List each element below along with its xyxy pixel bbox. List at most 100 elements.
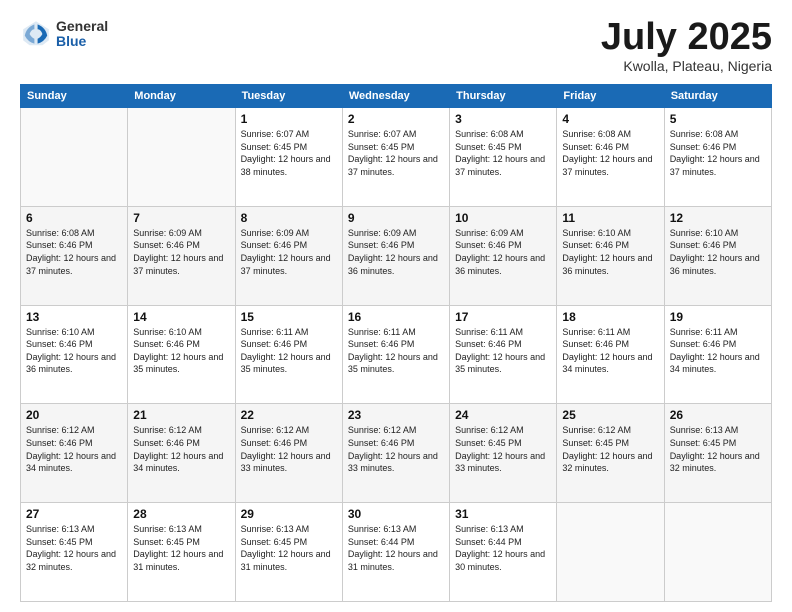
day-number: 12	[670, 211, 766, 225]
day-info: Sunrise: 6:07 AMSunset: 6:45 PMDaylight:…	[348, 128, 444, 178]
table-row: 1 Sunrise: 6:07 AMSunset: 6:45 PMDaylight…	[235, 108, 342, 207]
table-row: 14 Sunrise: 6:10 AMSunset: 6:46 PMDayligh…	[128, 305, 235, 404]
day-number: 24	[455, 408, 551, 422]
week-row-3: 20 Sunrise: 6:12 AMSunset: 6:46 PMDayligh…	[21, 404, 772, 503]
header-friday: Friday	[557, 85, 664, 108]
table-row: 9 Sunrise: 6:09 AMSunset: 6:46 PMDaylight…	[342, 206, 449, 305]
table-row: 17Sunrise: 6:11 AMSunset: 6:46 PMDayligh…	[450, 305, 557, 404]
header-wednesday: Wednesday	[342, 85, 449, 108]
table-row: 10 Sunrise: 6:09 AMSunset: 6:46 PMDayligh…	[450, 206, 557, 305]
day-number: 10	[455, 211, 551, 225]
table-row: 2 Sunrise: 6:07 AMSunset: 6:45 PMDaylight…	[342, 108, 449, 207]
table-row: 19Sunrise: 6:11 AMSunset: 6:46 PMDayligh…	[664, 305, 771, 404]
day-number: 30	[348, 507, 444, 521]
day-info: Sunrise: 6:13 AMSunset: 6:45 PMDaylight:…	[133, 523, 229, 573]
day-number: 13	[26, 310, 122, 324]
table-row: 16 Sunrise: 6:11 AMSunset: 6:46 PMDayligh…	[342, 305, 449, 404]
day-info: Sunrise: 6:12 AMSunset: 6:46 PMDaylight:…	[348, 424, 444, 474]
table-row: 30 Sunrise: 6:13 AMSunset: 6:44 PMDayligh…	[342, 503, 449, 602]
table-row: 23 Sunrise: 6:12 AMSunset: 6:46 PMDayligh…	[342, 404, 449, 503]
day-info: Sunrise: 6:08 AMSunset: 6:45 PMDaylight:…	[455, 128, 551, 178]
table-row: 8 Sunrise: 6:09 AMSunset: 6:46 PMDaylight…	[235, 206, 342, 305]
day-number: 3	[455, 112, 551, 126]
table-row: 5 Sunrise: 6:08 AMSunset: 6:46 PMDaylight…	[664, 108, 771, 207]
table-row: 13Sunrise: 6:10 AMSunset: 6:46 PMDayligh…	[21, 305, 128, 404]
day-number: 25	[562, 408, 658, 422]
calendar-title: July 2025	[601, 18, 772, 56]
table-row	[128, 108, 235, 207]
day-info: Sunrise: 6:11 AMSunset: 6:46 PMDaylight:…	[455, 326, 551, 376]
table-row: 18 Sunrise: 6:11 AMSunset: 6:46 PMDayligh…	[557, 305, 664, 404]
header-thursday: Thursday	[450, 85, 557, 108]
week-row-4: 27Sunrise: 6:13 AMSunset: 6:45 PMDayligh…	[21, 503, 772, 602]
header-tuesday: Tuesday	[235, 85, 342, 108]
day-info: Sunrise: 6:12 AMSunset: 6:45 PMDaylight:…	[455, 424, 551, 474]
table-row	[557, 503, 664, 602]
table-row: 24 Sunrise: 6:12 AMSunset: 6:45 PMDayligh…	[450, 404, 557, 503]
day-info: Sunrise: 6:13 AMSunset: 6:45 PMDaylight:…	[241, 523, 337, 573]
day-info: Sunrise: 6:09 AMSunset: 6:46 PMDaylight:…	[455, 227, 551, 277]
table-row: 26Sunrise: 6:13 AMSunset: 6:45 PMDayligh…	[664, 404, 771, 503]
day-info: Sunrise: 6:11 AMSunset: 6:46 PMDaylight:…	[348, 326, 444, 376]
day-number: 31	[455, 507, 551, 521]
day-number: 21	[133, 408, 229, 422]
day-number: 14	[133, 310, 229, 324]
day-info: Sunrise: 6:11 AMSunset: 6:46 PMDaylight:…	[241, 326, 337, 376]
day-info: Sunrise: 6:09 AMSunset: 6:46 PMDaylight:…	[133, 227, 229, 277]
table-row: 7 Sunrise: 6:09 AMSunset: 6:46 PMDaylight…	[128, 206, 235, 305]
week-row-0: 1 Sunrise: 6:07 AMSunset: 6:45 PMDaylight…	[21, 108, 772, 207]
header: General Blue July 2025 Kwolla, Plateau, …	[20, 18, 772, 74]
table-row: 4Sunrise: 6:08 AMSunset: 6:46 PMDaylight…	[557, 108, 664, 207]
day-number: 9	[348, 211, 444, 225]
day-info: Sunrise: 6:12 AMSunset: 6:45 PMDaylight:…	[562, 424, 658, 474]
day-number: 8	[241, 211, 337, 225]
table-row: 29Sunrise: 6:13 AMSunset: 6:45 PMDayligh…	[235, 503, 342, 602]
day-number: 5	[670, 112, 766, 126]
table-row: 31 Sunrise: 6:13 AMSunset: 6:44 PMDayligh…	[450, 503, 557, 602]
day-info: Sunrise: 6:09 AMSunset: 6:46 PMDaylight:…	[241, 227, 337, 277]
day-number: 16	[348, 310, 444, 324]
day-info: Sunrise: 6:08 AMSunset: 6:46 PMDaylight:…	[562, 128, 658, 178]
table-row: 27Sunrise: 6:13 AMSunset: 6:45 PMDayligh…	[21, 503, 128, 602]
header-saturday: Saturday	[664, 85, 771, 108]
table-row	[664, 503, 771, 602]
day-number: 11	[562, 211, 658, 225]
day-number: 2	[348, 112, 444, 126]
week-row-1: 6 Sunrise: 6:08 AMSunset: 6:46 PMDaylight…	[21, 206, 772, 305]
weekday-header-row: Sunday Monday Tuesday Wednesday Thursday…	[21, 85, 772, 108]
day-info: Sunrise: 6:12 AMSunset: 6:46 PMDaylight:…	[26, 424, 122, 474]
page: General Blue July 2025 Kwolla, Plateau, …	[0, 0, 792, 612]
day-number: 7	[133, 211, 229, 225]
day-info: Sunrise: 6:13 AMSunset: 6:44 PMDaylight:…	[348, 523, 444, 573]
calendar-subtitle: Kwolla, Plateau, Nigeria	[601, 58, 772, 74]
day-number: 1	[241, 112, 337, 126]
day-number: 6	[26, 211, 122, 225]
table-row: 25 Sunrise: 6:12 AMSunset: 6:45 PMDayligh…	[557, 404, 664, 503]
table-row: 22Sunrise: 6:12 AMSunset: 6:46 PMDayligh…	[235, 404, 342, 503]
day-info: Sunrise: 6:11 AMSunset: 6:46 PMDaylight:…	[562, 326, 658, 376]
table-row: 6 Sunrise: 6:08 AMSunset: 6:46 PMDaylight…	[21, 206, 128, 305]
calendar-table: Sunday Monday Tuesday Wednesday Thursday…	[20, 84, 772, 602]
day-info: Sunrise: 6:09 AMSunset: 6:46 PMDaylight:…	[348, 227, 444, 277]
day-number: 23	[348, 408, 444, 422]
header-monday: Monday	[128, 85, 235, 108]
table-row: 12 Sunrise: 6:10 AMSunset: 6:46 PMDayligh…	[664, 206, 771, 305]
day-info: Sunrise: 6:10 AMSunset: 6:46 PMDaylight:…	[133, 326, 229, 376]
table-row: 28Sunrise: 6:13 AMSunset: 6:45 PMDayligh…	[128, 503, 235, 602]
week-row-2: 13 Sunrise: 6:10 AMSunset: 6:46 PMDayligh…	[21, 305, 772, 404]
day-info: Sunrise: 6:13 AMSunset: 6:45 PMDaylight:…	[670, 424, 766, 474]
day-info: Sunrise: 6:10 AMSunset: 6:46 PMDaylight:…	[670, 227, 766, 277]
day-info: Sunrise: 6:13 AMSunset: 6:44 PMDaylight:…	[455, 523, 551, 573]
title-block: July 2025 Kwolla, Plateau, Nigeria	[601, 18, 772, 74]
day-number: 22	[241, 408, 337, 422]
table-row: 3 Sunrise: 6:08 AMSunset: 6:45 PMDaylight…	[450, 108, 557, 207]
header-sunday: Sunday	[21, 85, 128, 108]
day-info: Sunrise: 6:08 AMSunset: 6:46 PMDaylight:…	[26, 227, 122, 277]
day-info: Sunrise: 6:13 AMSunset: 6:45 PMDaylight:…	[26, 523, 122, 573]
day-number: 18	[562, 310, 658, 324]
day-info: Sunrise: 6:07 AMSunset: 6:45 PMDaylight:…	[241, 128, 337, 178]
day-number: 20	[26, 408, 122, 422]
day-info: Sunrise: 6:08 AMSunset: 6:46 PMDaylight:…	[670, 128, 766, 178]
table-row	[21, 108, 128, 207]
table-row: 11Sunrise: 6:10 AMSunset: 6:46 PMDayligh…	[557, 206, 664, 305]
